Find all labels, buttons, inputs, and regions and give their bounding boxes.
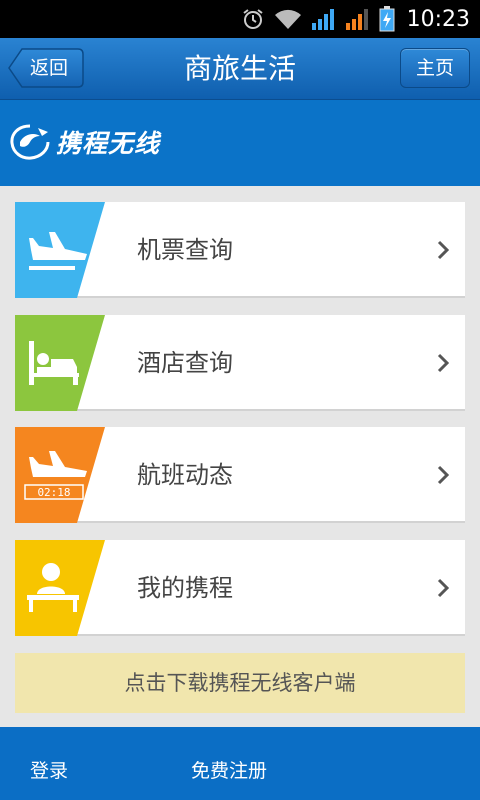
back-button-label: 返回 [30,57,69,79]
bottom-bar: 登录 免费注册 [0,727,480,800]
menu-item-my-ctrip[interactable]: 我的携程 [15,540,465,636]
wifi-icon [274,9,301,29]
menu-item-label: 我的携程 [137,574,233,602]
status-clock: 10:23 [406,6,470,32]
menu-item-flight-status[interactable]: 02:18 航班动态 [15,427,465,523]
home-button[interactable]: 主页 [400,48,470,88]
airplane-departure-icon [15,202,105,298]
alarm-icon [242,9,263,29]
brand-name: 携程无线 [56,129,161,158]
register-link[interactable]: 免费注册 [191,727,267,800]
menu-item-flight-search[interactable]: 机票查询 [15,202,465,298]
battery-charging-icon [379,6,395,32]
menu-item-hotel-search[interactable]: 酒店查询 [15,315,465,411]
login-link[interactable]: 登录 [30,727,68,800]
ctrip-logo-icon [10,124,50,160]
flight-status-icon: 02:18 [15,427,105,523]
menu-item-label: 机票查询 [137,236,233,264]
download-app-banner[interactable]: 点击下载携程无线客户端 [15,653,465,713]
menu-item-label: 航班动态 [137,461,233,489]
menu-item-label: 酒店查询 [137,349,233,377]
chevron-right-icon [437,353,449,373]
status-bar: 10:23 [0,0,480,38]
user-desk-icon [15,540,105,636]
title-bar: 商旅生活 返回 主页 [0,38,480,100]
brand-banner: 携程无线 [0,100,480,186]
signal-icon-2 [345,9,368,30]
status-icons: 10:23 [241,0,470,38]
signal-icon [311,9,334,30]
chevron-right-icon [437,578,449,598]
chevron-right-icon [437,465,449,485]
hotel-bed-icon [15,315,105,411]
back-button[interactable]: 返回 [8,48,84,88]
flight-time-text: 02:18 [37,486,70,499]
chevron-right-icon [437,240,449,260]
